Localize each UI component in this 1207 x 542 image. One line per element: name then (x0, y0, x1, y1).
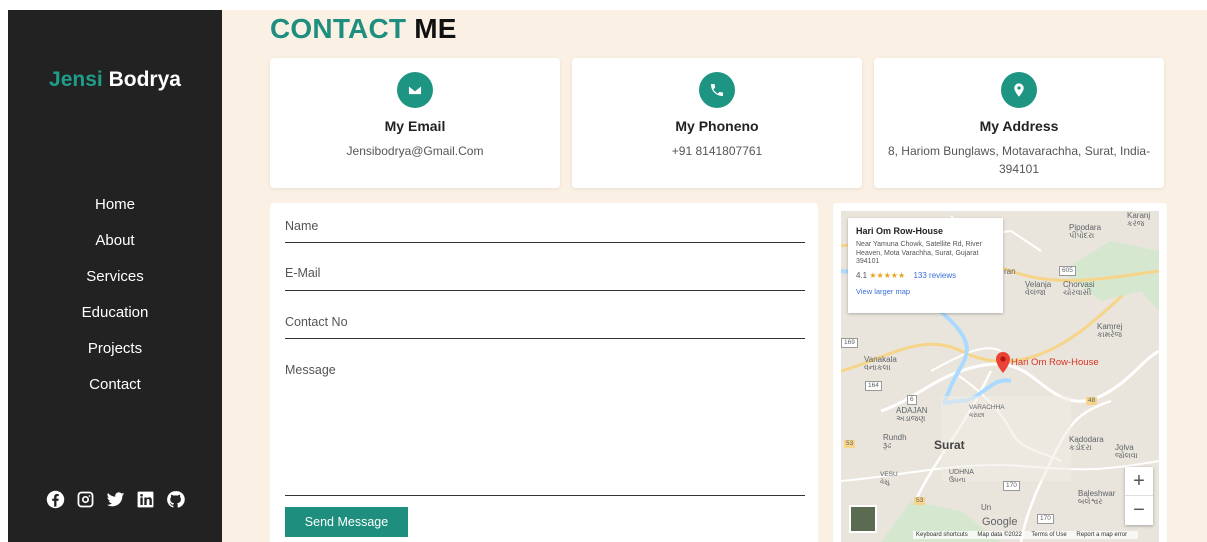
map-marker-icon (1001, 72, 1037, 108)
map-label-surat: Surat (934, 438, 965, 452)
reviews-link[interactable]: 133 reviews (913, 271, 956, 280)
linkedin-icon[interactable] (134, 488, 156, 510)
report-map-error-link[interactable]: Report a map error (1076, 532, 1127, 538)
twitter-icon[interactable] (104, 488, 126, 510)
send-message-button[interactable]: Send Message (285, 507, 408, 537)
message-placeholder: Message (285, 363, 336, 377)
email-card-value: Jensibodrya@Gmail.Com (346, 144, 484, 158)
facebook-icon[interactable] (44, 488, 66, 510)
place-name: Hari Om Row-House (856, 226, 944, 236)
contact-form: Name E-Mail Contact No Message Send Mess… (270, 203, 818, 542)
social-links (8, 488, 222, 510)
road-marker-164: 164 (865, 381, 882, 391)
map-label-velanja: Velanja વેલંજા (1025, 280, 1052, 297)
nav-services[interactable]: Services (8, 267, 222, 303)
map-label-pipodara: Pipodara પીપોદરા (1069, 223, 1102, 240)
map-data-text: Map data ©2022 (977, 532, 1022, 538)
brand-first-name: Jensi (49, 68, 103, 91)
road-marker-169: 169 (841, 338, 858, 348)
name-placeholder: Name (285, 219, 319, 233)
email-card: My Email Jensibodrya@Gmail.Com (270, 58, 560, 188)
sidebar-nav: Home About Services Education Projects C… (8, 195, 222, 411)
map-label-jolva: Jolva જોલવા (1115, 443, 1138, 460)
road-marker-6: 6 (907, 395, 917, 405)
map-label-kadodara: Kadodara કડોદરા (1069, 435, 1104, 452)
address-card: My Address 8, Hariom Bunglaws, Motavarac… (874, 58, 1164, 188)
google-logo: Google (982, 516, 1018, 528)
place-rating-row: 4.1 ★★★★★ 133 reviews (856, 271, 995, 280)
rating-stars-icon: ★★★★★ (869, 270, 906, 280)
phone-icon (699, 72, 735, 108)
map-label-rundh: Rundh રૂંઢ (883, 433, 907, 450)
map-label-vanakala: Vanakala વનાકલા (864, 355, 897, 372)
message-field[interactable]: Message (285, 363, 805, 496)
map-label-vesu: VESU વેસુ (880, 471, 898, 486)
instagram-icon[interactable] (74, 488, 96, 510)
contact-section: CONTACT ME My Email Jensibodrya@Gmail.Co… (222, 10, 1207, 542)
map-label-un: Un (981, 503, 992, 512)
address-card-title: My Address (979, 118, 1059, 134)
phone-card: My Phoneno +91 8141807761 (572, 58, 862, 188)
road-marker-53-south: 53 (914, 497, 926, 505)
road-marker-170-south: 170 (1037, 514, 1054, 524)
map-label-baleshwar: Baleshwar બલેશ્વર (1078, 489, 1116, 506)
place-info-card: Hari Om Row-House Near Yamuna Chowk, Sat… (848, 218, 1003, 313)
map-card: Hari Om Row-House Near Yamuna Chowk, Sat… (833, 203, 1167, 542)
contact-number-field[interactable]: Contact No (285, 315, 805, 339)
map-label-varachha: VARACHHA વરાછા (969, 404, 1005, 419)
nav-contact[interactable]: Contact (8, 375, 222, 411)
map-label-ran: ran (1004, 267, 1016, 276)
sidebar: Jensi Bodrya Home About Services Educati… (8, 10, 222, 542)
map-zoom-controls: + − (1125, 467, 1153, 525)
email-placeholder: E-Mail (285, 266, 321, 280)
zoom-out-button[interactable]: − (1125, 496, 1153, 525)
map-pin-label[interactable]: Hari Om Row-House (1011, 357, 1099, 368)
road-marker-605: 605 (1059, 266, 1076, 276)
email-card-title: My Email (384, 118, 446, 134)
satellite-toggle[interactable] (849, 505, 877, 533)
map-label-chorvasi: Chorvasi ચોરવાસી (1063, 280, 1095, 297)
address-card-value: 8, Hariom Bunglaws, Motavarachha, Surat,… (887, 144, 1151, 176)
road-marker-53-west: 53 (844, 440, 856, 448)
brand-logo[interactable]: Jensi Bodrya (8, 68, 222, 92)
phone-card-value: +91 8141807761 (671, 144, 763, 158)
terms-of-use-link[interactable]: Terms of Use (1031, 532, 1066, 538)
name-field[interactable]: Name (285, 219, 805, 243)
road-marker-48: 48 (1086, 397, 1098, 405)
page-title: CONTACT ME (270, 13, 457, 45)
envelope-icon (397, 72, 433, 108)
zoom-in-button[interactable]: + (1125, 467, 1153, 496)
nav-projects[interactable]: Projects (8, 339, 222, 375)
brand-last-name: Bodrya (108, 68, 181, 91)
nav-home[interactable]: Home (8, 195, 222, 231)
phone-card-title: My Phoneno (675, 118, 759, 134)
map-label-kamrej: Kamrej કામરેજ (1097, 322, 1123, 339)
embedded-map[interactable]: Hari Om Row-House Near Yamuna Chowk, Sat… (841, 211, 1159, 542)
github-icon[interactable] (164, 488, 186, 510)
road-marker-170-north: 170 (1003, 481, 1020, 491)
email-field[interactable]: E-Mail (285, 266, 805, 291)
keyboard-shortcuts-link[interactable]: Keyboard shortcuts (916, 532, 968, 538)
map-label-adajan: ADAJAN અડાજણ (896, 406, 928, 423)
contact-placeholder: Contact No (285, 315, 348, 329)
nav-education[interactable]: Education (8, 303, 222, 339)
view-larger-map-link[interactable]: View larger map (856, 287, 995, 296)
map-label-karanj: Karanj કરંજ (1127, 211, 1151, 228)
map-attribution: Keyboard shortcuts Map data ©2022 Terms … (913, 531, 1139, 539)
place-address: Near Yamuna Chowk, Satellite Rd, River H… (856, 241, 982, 265)
place-rating: 4.1 (856, 270, 868, 280)
page-frame: Jensi Bodrya Home About Services Educati… (8, 10, 1207, 542)
nav-about[interactable]: About (8, 231, 222, 267)
map-label-udhna: UDHNA ઉધના (949, 469, 974, 484)
title-accent: CONTACT (270, 13, 407, 44)
title-rest: ME (414, 13, 457, 44)
